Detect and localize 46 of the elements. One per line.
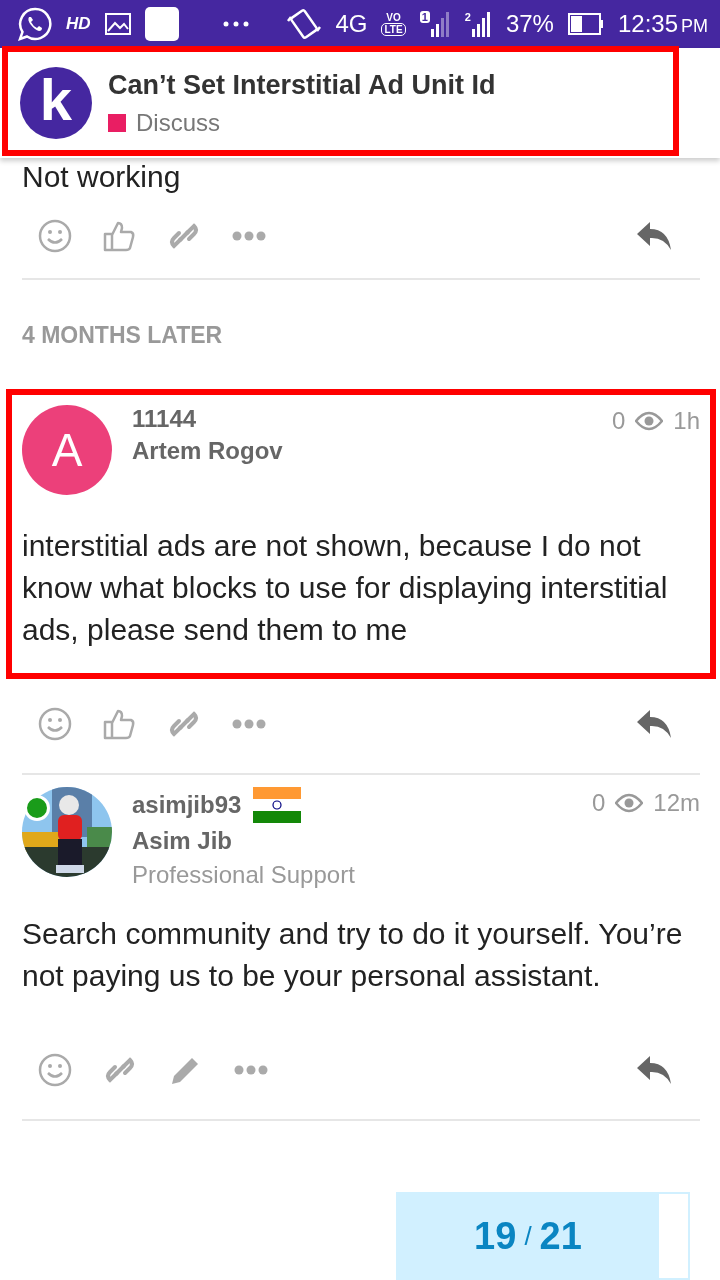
thumbs-up-icon[interactable] bbox=[102, 219, 136, 253]
post-time[interactable]: 1h bbox=[673, 407, 700, 435]
smile-icon[interactable] bbox=[38, 219, 72, 253]
hd-indicator: HD bbox=[66, 14, 91, 34]
image-icon bbox=[104, 13, 131, 35]
topic-progress[interactable]: 19 / 21 bbox=[396, 1192, 690, 1280]
time-gap-label: 4 MONTHS LATER bbox=[22, 321, 224, 350]
battery-icon bbox=[567, 13, 604, 35]
sim-number: 1 bbox=[419, 11, 430, 23]
clock-period: PM bbox=[681, 16, 708, 37]
display-name: Asim Jib bbox=[132, 827, 234, 855]
post-text: Not working bbox=[22, 160, 182, 194]
username[interactable]: asimjib93 bbox=[132, 791, 242, 819]
post-text: Search community and try to do it yourself. You’re not paying us to be your personal assistant. bbox=[22, 916, 684, 994]
read-count: 0 bbox=[591, 789, 606, 817]
more-icon[interactable] bbox=[234, 1065, 268, 1075]
signal-icon bbox=[471, 11, 492, 37]
display-name: Artem Rogov bbox=[132, 437, 284, 465]
clock: 12:35 bbox=[617, 10, 678, 38]
post-time[interactable]: 12m bbox=[653, 789, 700, 817]
thumbs-up-icon[interactable] bbox=[102, 707, 136, 741]
chat-icon bbox=[18, 7, 52, 41]
avatar[interactable]: A bbox=[22, 405, 112, 495]
app-icon bbox=[144, 7, 179, 41]
post-text: interstitial ads are not shown, because I do not know what blocks to use for displaying interstitial ads, please send them to me bbox=[22, 528, 669, 648]
site-logo[interactable]: k bbox=[20, 67, 92, 139]
battery-percent: 37% bbox=[505, 10, 554, 38]
reply-icon[interactable] bbox=[636, 709, 672, 739]
read-count: 0 bbox=[611, 407, 626, 435]
username[interactable]: 11144 bbox=[132, 405, 197, 433]
more-icon[interactable] bbox=[232, 231, 266, 241]
reply-icon[interactable] bbox=[636, 1055, 672, 1085]
sim-number: 2 bbox=[464, 11, 471, 23]
more-icon bbox=[222, 21, 249, 27]
signal-icon bbox=[430, 11, 451, 37]
smile-icon[interactable] bbox=[38, 1053, 72, 1087]
vibrate-icon bbox=[287, 7, 322, 41]
eye-icon bbox=[635, 411, 664, 431]
more-icon[interactable] bbox=[232, 719, 266, 729]
network-type: 4G bbox=[335, 10, 368, 38]
eye-icon bbox=[615, 793, 644, 813]
smile-icon[interactable] bbox=[38, 707, 72, 741]
user-title: Professional Support bbox=[132, 861, 356, 889]
reply-icon[interactable] bbox=[636, 221, 672, 251]
topic-title: Can’t Set Interstitial Ad Unit Id bbox=[108, 69, 496, 101]
category-name[interactable]: Discuss bbox=[136, 108, 220, 137]
